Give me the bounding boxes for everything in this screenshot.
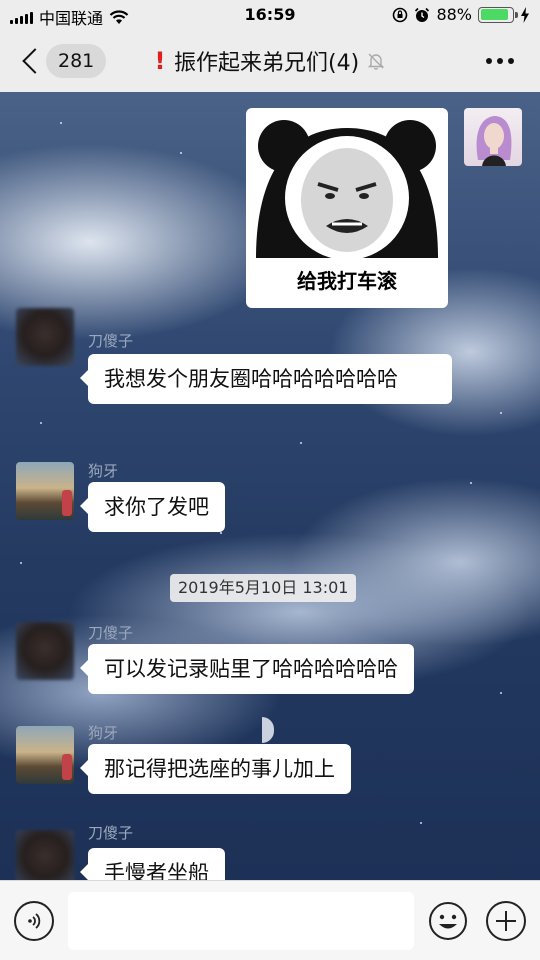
sticker-caption: 给我打车滚 xyxy=(297,269,397,293)
avatar-illustration xyxy=(476,116,512,166)
chat-header: 281 ! 振作起来弟兄们(4) xyxy=(0,30,540,92)
message-bubble[interactable]: 那记得把选座的事儿加上 xyxy=(80,744,351,794)
moon-decoration xyxy=(262,717,274,743)
my-avatar[interactable] xyxy=(464,108,522,166)
battery-fill xyxy=(480,9,508,20)
chat-title-wrap: ! 振作起来弟兄们(4) xyxy=(150,44,387,78)
sender-name: 狗牙 xyxy=(88,462,119,480)
alarm-icon xyxy=(415,7,430,22)
avatar-gouya[interactable] xyxy=(16,462,74,520)
sender-name: 刀傻子 xyxy=(88,332,134,350)
chat-title: 振作起来弟兄们(4) xyxy=(174,51,360,76)
sender-name: 狗牙 xyxy=(88,724,119,742)
back-button[interactable] xyxy=(20,44,44,78)
mute-bell-icon xyxy=(367,53,385,70)
chat-area[interactable]: 给我打车滚 刀傻子 我想发个朋友圈哈哈哈哈哈哈哈 狗牙 求你了发吧 2019年5… xyxy=(0,92,540,880)
avatar-gouya[interactable] xyxy=(16,726,74,784)
emoji-icon xyxy=(429,902,467,940)
input-bar xyxy=(0,880,540,960)
message-bubble[interactable]: 可以发记录贴里了哈哈哈哈哈哈 xyxy=(80,644,414,694)
emoji-button[interactable] xyxy=(428,901,468,941)
avatar-daoshazi[interactable] xyxy=(16,308,74,366)
plus-button[interactable] xyxy=(486,901,526,941)
message-bubble[interactable]: 求你了发吧 xyxy=(80,482,225,532)
message-bubble[interactable]: 我想发个朋友圈哈哈哈哈哈哈哈 xyxy=(80,354,452,404)
sender-name: 刀傻子 xyxy=(88,624,134,642)
more-options-button[interactable] xyxy=(486,44,514,78)
exclamation-icon: ! xyxy=(154,47,166,75)
message-input[interactable] xyxy=(68,892,414,950)
battery-icon xyxy=(478,6,518,23)
status-bar: 中国联通 16:59 88% xyxy=(0,0,540,30)
message-bubble[interactable]: 手慢者坐船 xyxy=(80,848,225,880)
battery-percent: 88% xyxy=(436,5,472,24)
lock-rotation-icon xyxy=(393,7,408,22)
charging-icon xyxy=(521,6,529,23)
panda-face-icon xyxy=(256,120,438,260)
avatar-daoshazi[interactable] xyxy=(16,622,74,680)
voice-input-button[interactable] xyxy=(14,901,54,941)
status-right: 88% xyxy=(392,5,530,24)
avatar-daoshazi[interactable] xyxy=(16,830,74,880)
sender-name: 刀傻子 xyxy=(88,824,134,842)
timestamp-divider: 2019年5月10日 13:01 xyxy=(170,574,357,602)
voice-icon xyxy=(28,913,41,929)
sticker-message[interactable]: 给我打车滚 xyxy=(246,108,448,308)
unread-count-badge[interactable]: 281 xyxy=(46,44,107,78)
